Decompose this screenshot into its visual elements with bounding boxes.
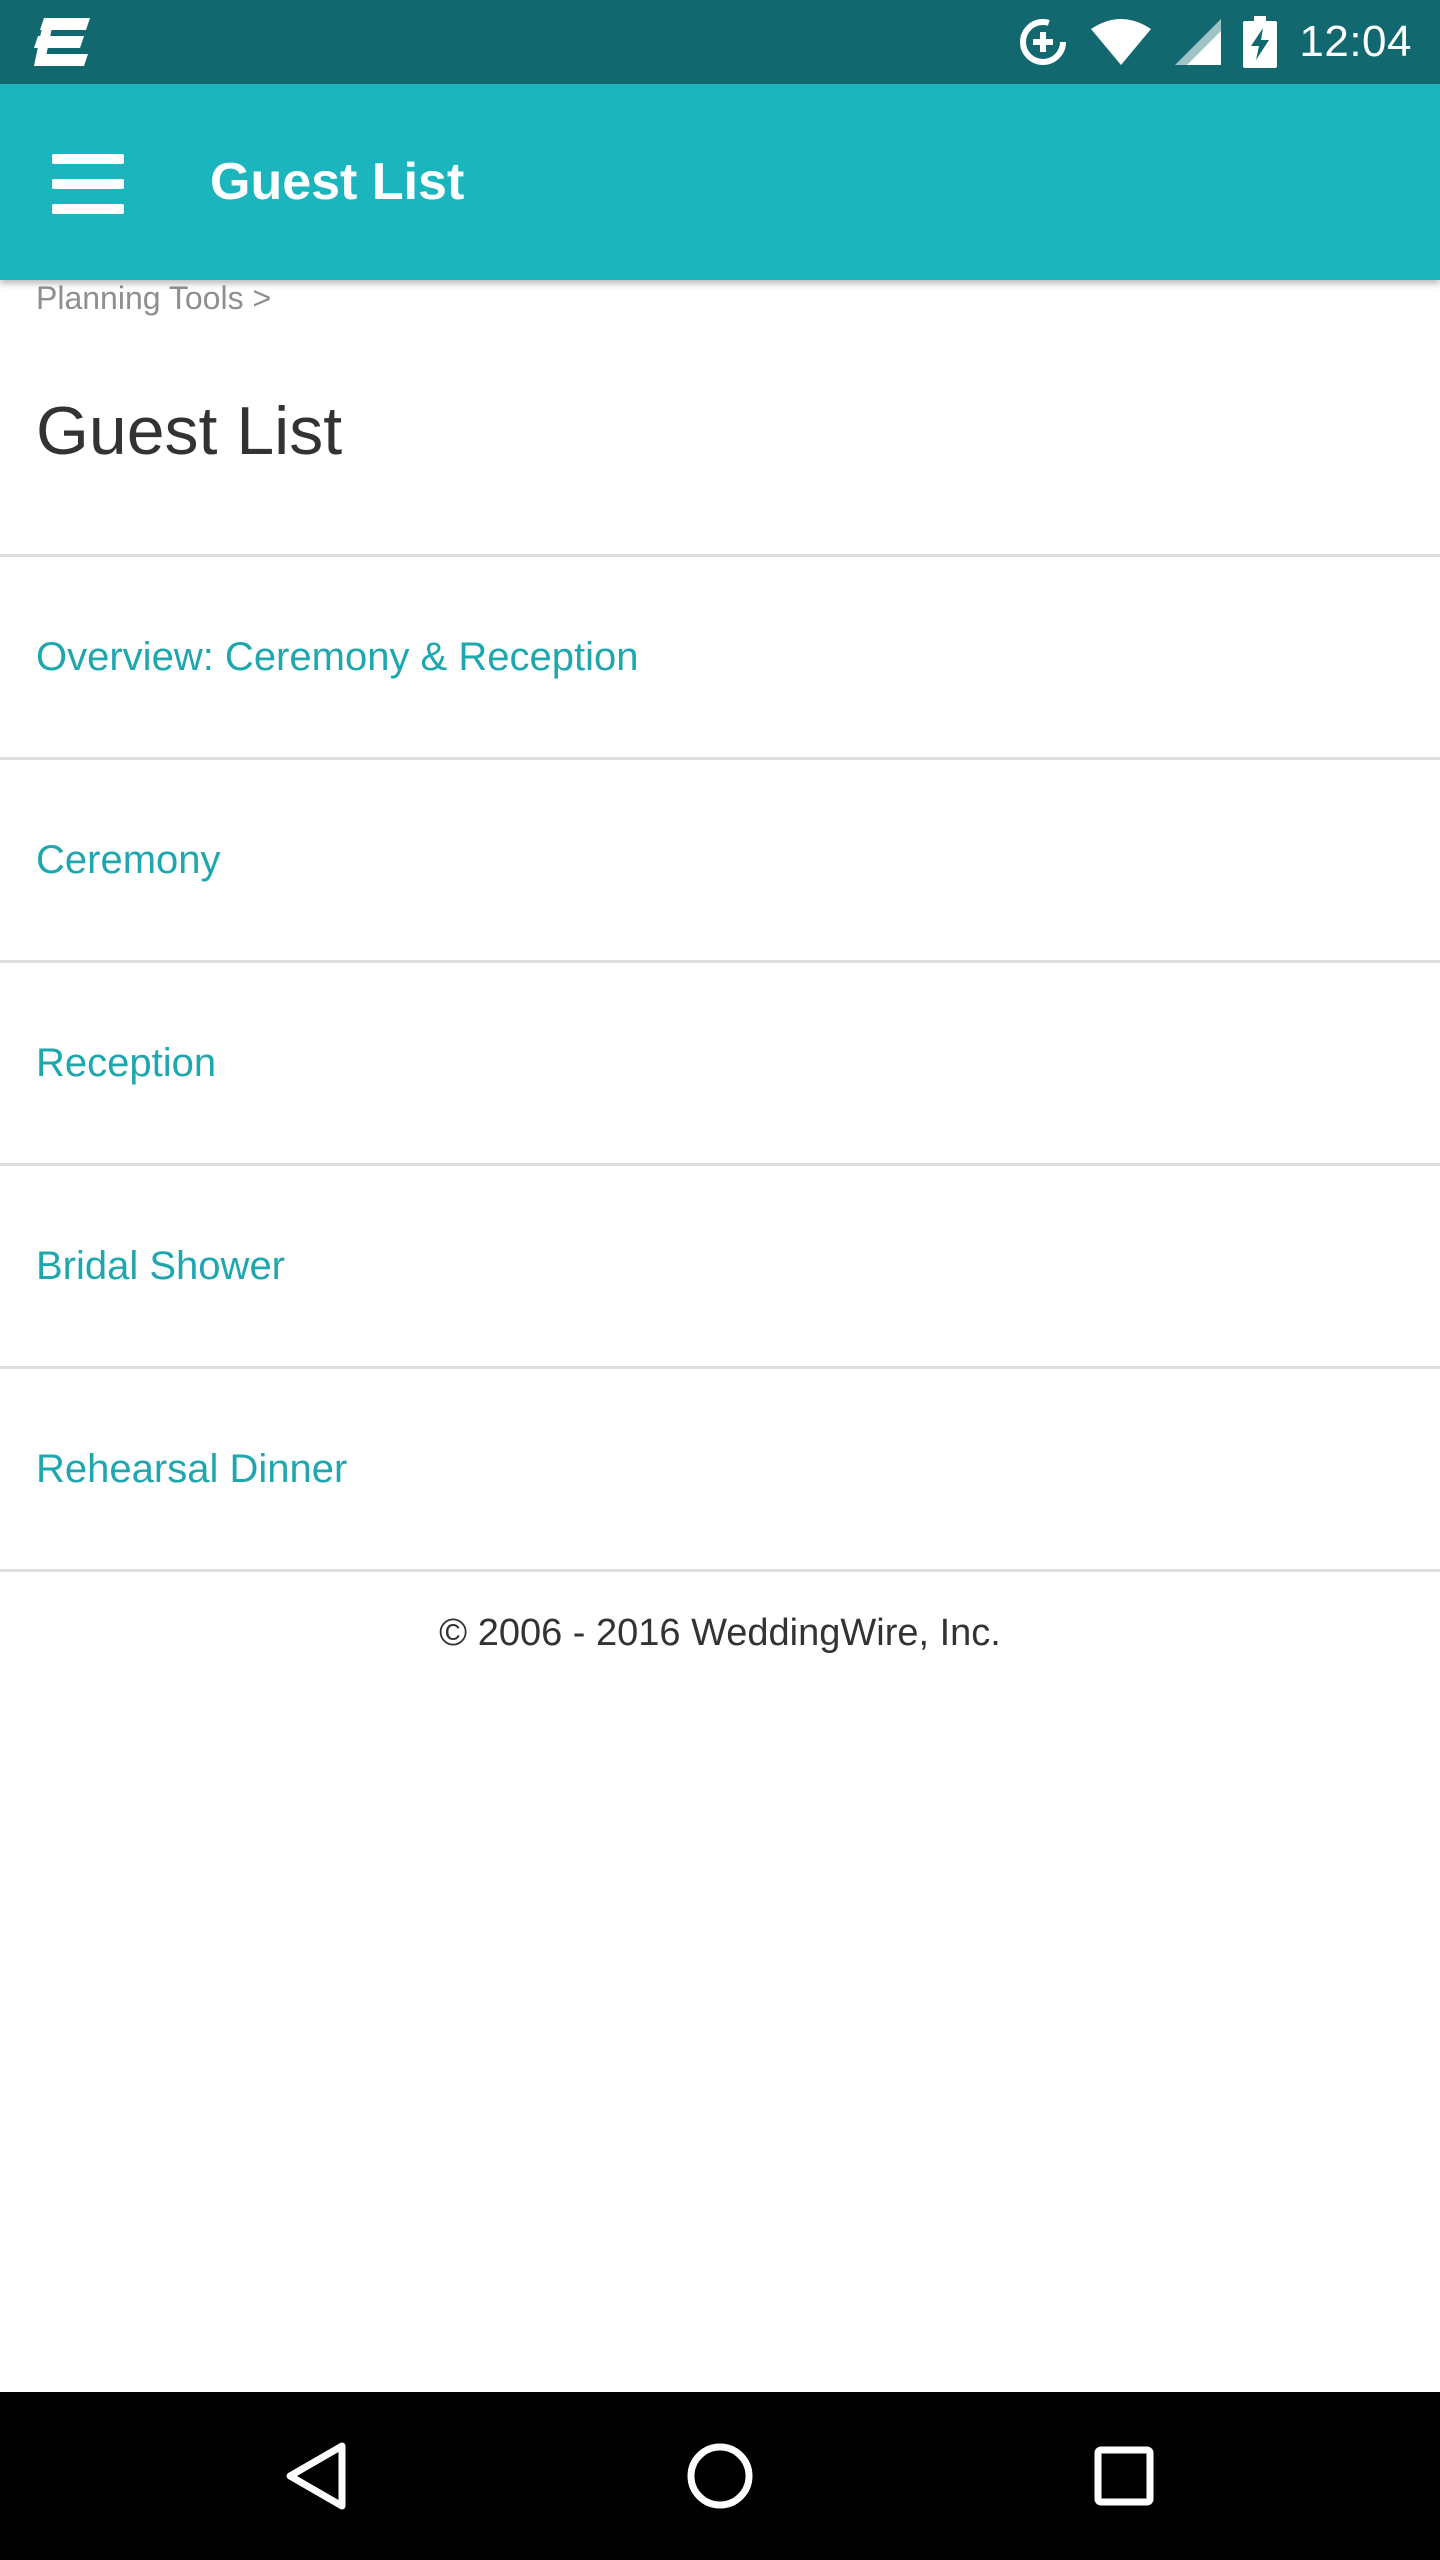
breadcrumb-planning-tools[interactable]: Planning Tools [36, 280, 244, 316]
status-time: 12:04 [1299, 17, 1412, 66]
list-item-label: Reception [36, 1040, 217, 1085]
recents-button[interactable] [1076, 2428, 1172, 2524]
cell-signal-icon [1175, 19, 1222, 65]
home-button[interactable] [672, 2428, 768, 2524]
hamburger-menu-icon [52, 154, 124, 214]
list-item-bridal-shower[interactable]: Bridal Shower [0, 1166, 1440, 1369]
menu-button[interactable] [40, 136, 136, 232]
status-icons: 12:04 [1017, 0, 1412, 84]
list-item-label: Bridal Shower [36, 1243, 286, 1288]
wifi-icon [1091, 19, 1152, 65]
list-item-label: Rehearsal Dinner [36, 1446, 348, 1491]
app-logo-icon [34, 18, 90, 66]
battery-charging-icon [1243, 16, 1278, 68]
status-bar: 12:04 [0, 0, 1440, 84]
breadcrumb: Planning Tools > [36, 280, 271, 316]
home-icon [687, 2443, 753, 2509]
data-saver-icon [1020, 19, 1067, 65]
back-button[interactable] [268, 2428, 364, 2524]
system-navigation-bar [0, 2392, 1440, 2560]
list-item-label: Ceremony [36, 837, 221, 882]
page-title: Guest List [36, 393, 343, 469]
guest-list-menu: Overview: Ceremony & Reception Ceremony … [0, 554, 1440, 1572]
app-bar-title: Guest List [210, 153, 465, 211]
list-item-ceremony[interactable]: Ceremony [0, 760, 1440, 963]
copyright-footer: © 2006 - 2016 WeddingWire, Inc. [439, 1612, 1001, 1654]
back-icon [286, 2442, 346, 2510]
app-bar: Guest List [0, 84, 1440, 280]
list-item-overview[interactable]: Overview: Ceremony & Reception [0, 557, 1440, 760]
list-item-reception[interactable]: Reception [0, 963, 1440, 1166]
list-item-rehearsal-dinner[interactable]: Rehearsal Dinner [0, 1369, 1440, 1572]
list-item-label: Overview: Ceremony & Reception [36, 634, 639, 679]
recents-icon [1094, 2446, 1154, 2506]
breadcrumb-separator: > [252, 280, 272, 316]
